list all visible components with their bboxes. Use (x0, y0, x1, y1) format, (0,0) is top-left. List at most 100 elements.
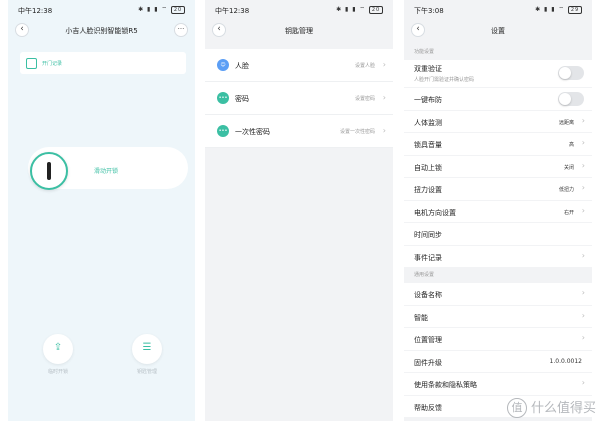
setting-label: 锁具音量 (414, 141, 442, 149)
swipe-unlock-handle[interactable] (30, 152, 68, 190)
setting-value: 低扭力 (558, 187, 574, 193)
swipe-unlock-label: 滑动开锁 (94, 168, 119, 175)
key-management-label: 钥匙管理 (136, 369, 157, 375)
setting-label: 位置管理 (414, 336, 442, 344)
setting-label: 双重验证 (414, 65, 442, 73)
setting-row[interactable]: 位置管理 › (404, 328, 592, 351)
status-time: 下午3:08 (414, 7, 444, 15)
temp-unlock-button[interactable]: ⇪ (43, 334, 73, 364)
setting-label: 人体监测 (414, 118, 442, 127)
more-options-button[interactable]: ··· (174, 23, 188, 37)
key-item-value: 设置密码 (354, 96, 375, 102)
battery-icon: 20 (369, 5, 383, 14)
setting-row[interactable]: 扭力设置 低扭力 › (404, 178, 592, 201)
setting-row[interactable]: 智能 › (404, 305, 592, 328)
firmware-version: 1.0.0.0012 (549, 357, 582, 365)
section-header-function: 功能设置 (404, 45, 592, 60)
status-bar: 中午12:38 ✱ ▮ ▮ ⌔ 20 (205, 0, 393, 18)
setting-row[interactable]: 自动上锁 关闭 › (404, 155, 592, 178)
key-item-label: 密码 (235, 95, 249, 103)
key-item-password[interactable]: ••• 密码 设置密码 › (205, 82, 393, 115)
setting-row[interactable]: 锁具音量 高 › (404, 133, 592, 156)
watermark-logo-icon: 值 (506, 398, 527, 418)
setting-label: 自动上锁 (414, 163, 442, 172)
key-list: ☺ 人脸 设置人脸 › ••• 密码 设置密码 › ••• 一次性密码 设置一次… (205, 49, 393, 148)
status-bar: 下午3:08 ✱ ▮ ▮ ⌔ 29 (404, 0, 592, 18)
setting-label: 固件升级 (414, 358, 442, 367)
setting-row[interactable]: 使用条款和隐私策略 › (404, 373, 592, 396)
key-handle-icon (47, 162, 51, 180)
arm-toggle[interactable] (558, 92, 584, 106)
back-button[interactable]: ‹ (411, 23, 425, 37)
battery-icon: 29 (568, 5, 582, 14)
page-title: 设置 (491, 27, 505, 35)
setting-row[interactable]: 事件记录 › (404, 245, 592, 268)
key-item-value: 设置一次性密码 (339, 129, 375, 135)
chevron-right-icon: › (581, 333, 585, 342)
setting-label: 时间同步 (414, 231, 442, 239)
password-icon: ••• (217, 92, 229, 104)
chevron-right-icon: › (581, 378, 585, 387)
otp-icon: ••• (217, 125, 229, 137)
nav-bar: ‹ 小吉人脸识别智能锁R5 ··· (8, 20, 195, 40)
setting-label: 电机方向设置 (414, 208, 456, 217)
chevron-right-icon: › (581, 288, 585, 297)
chevron-right-icon: › (581, 115, 585, 125)
unlock-record-card[interactable]: 开门记录 (20, 52, 186, 74)
share-icon: ⇪ (53, 342, 63, 353)
chevron-right-icon: › (581, 250, 585, 260)
watermark: 值什么值得买 (506, 397, 596, 418)
status-time: 中午12:38 (215, 7, 250, 15)
key-item-label: 一次性密码 (235, 128, 270, 136)
setting-firmware[interactable]: 固件升级 1.0.0.0012 (404, 350, 592, 373)
setting-row[interactable]: 时间同步 (404, 223, 592, 246)
chevron-right-icon: › (581, 160, 585, 170)
setting-one-key-arm: 一键布防 (404, 88, 592, 111)
key-item-otp[interactable]: ••• 一次性密码 设置一次性密码 › (205, 115, 393, 148)
setting-label: 智能 (414, 313, 428, 322)
watermark-text: 什么值得买 (530, 400, 596, 416)
face-icon: ☺ (217, 59, 229, 71)
setting-row[interactable]: 设备名称 › (404, 283, 592, 306)
key-item-label: 人脸 (235, 62, 249, 70)
settings-list: 功能设置 双重验证 人脸开门需验证并确认密码 一键布防 人体监测 远距离 › 锁具音… (404, 45, 592, 418)
nav-bar: ‹ 设置 (404, 20, 592, 40)
status-bar: 中午12:38 ✱ ▮ ▮ ⌔ 20 (8, 0, 195, 18)
setting-label: 帮助反馈 (414, 403, 442, 412)
setting-value: 右开 (563, 209, 574, 216)
page-title: 小吉人脸识别智能锁R5 (65, 27, 138, 35)
chevron-right-icon: › (581, 310, 585, 320)
chevron-right-icon: › (382, 60, 386, 69)
section-header-general: 通用设置 (404, 268, 592, 283)
setting-value: 高 (568, 142, 574, 148)
back-button[interactable]: ‹ (15, 23, 29, 37)
temp-unlock-label: 临时开锁 (47, 369, 68, 375)
lock-home-screen: 中午12:38 ✱ ▮ ▮ ⌔ 20 ‹ 小吉人脸识别智能锁R5 ··· 开门记… (8, 0, 195, 421)
status-icons: ✱ ▮ ▮ ⌔ 20 (138, 5, 185, 14)
chevron-right-icon: › (382, 126, 386, 135)
setting-row[interactable]: 电机方向设置 右开 › (404, 200, 592, 223)
double-verify-toggle[interactable] (558, 66, 584, 80)
setting-label: 扭力设置 (414, 186, 442, 194)
setting-double-verify: 双重验证 人脸开门需验证并确认密码 (404, 60, 592, 88)
setting-value: 关闭 (563, 164, 574, 171)
setting-value: 远距离 (558, 119, 574, 126)
battery-icon: 20 (171, 5, 185, 14)
page-title: 钥匙管理 (285, 27, 313, 35)
setting-row[interactable]: 人体监测 远距离 › (404, 110, 592, 133)
back-button[interactable]: ‹ (212, 23, 226, 37)
record-icon (26, 58, 37, 69)
nav-bar: ‹ 钥匙管理 (205, 20, 393, 40)
status-icons: ✱ ▮ ▮ ⌔ 20 (336, 5, 383, 14)
key-management-button[interactable]: ☰ (132, 334, 162, 364)
setting-label: 设备名称 (414, 291, 442, 299)
key-item-face[interactable]: ☺ 人脸 设置人脸 › (205, 49, 393, 82)
key-management-screen: 中午12:38 ✱ ▮ ▮ ⌔ 20 ‹ 钥匙管理 ☺ 人脸 设置人脸 › ••… (205, 0, 393, 421)
setting-label: 一键布防 (414, 96, 442, 104)
chevron-right-icon: › (581, 138, 585, 147)
status-time: 中午12:38 (18, 7, 53, 15)
chevron-right-icon: › (581, 205, 585, 215)
record-label: 开门记录 (42, 61, 63, 67)
status-icons: ✱ ▮ ▮ ⌔ 29 (535, 5, 582, 14)
chevron-right-icon: › (382, 93, 386, 102)
